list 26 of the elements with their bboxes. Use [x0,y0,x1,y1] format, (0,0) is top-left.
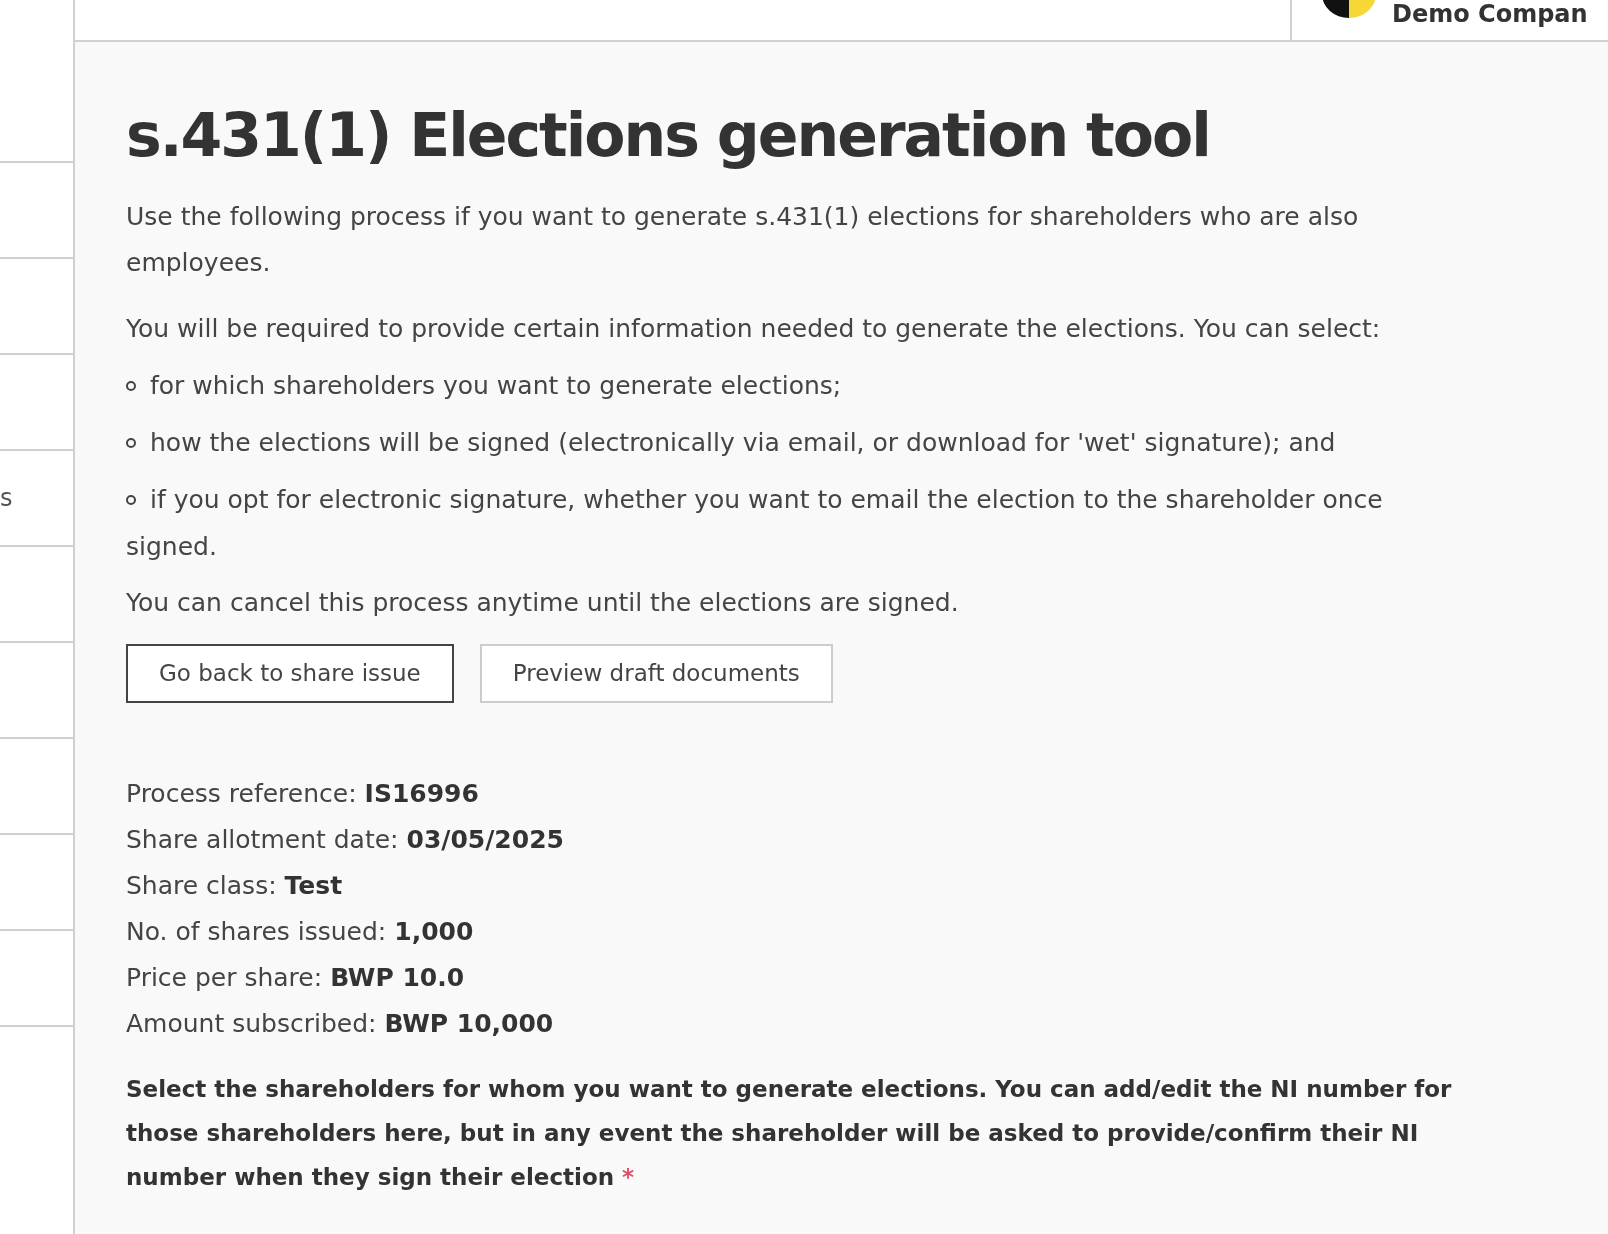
detail-value: 1,000 [394,916,474,948]
detail-value: IS16996 [364,778,479,810]
bullet-item: for which shareholders you want to generate elections; [126,362,1416,409]
detail-label: Process reference: [126,778,357,810]
detail-value: 03/05/2025 [406,824,564,856]
cancel-note: You can cancel this process anytime until the elections are signed. [126,587,960,619]
action-button[interactable]: Go back to share issue [126,644,454,703]
bullet-item: how the elections will be signed (electronically via email, or download for 'wet' signature); and [126,419,1416,466]
intro-paragraph: You will be required to provide certain information needed to generate the elections. You can select: [126,313,1382,345]
detail-value: BWP 10.0 [330,962,465,994]
select-shareholders-label: Select the shareholders for whom you want to generate elections. You can add/edit the NI number for those shareholders here, but in any event the shareholder will be asked to provide/confirm their NI number when they sign their election * [126,1075,1453,1192]
required-marker: * [622,1164,635,1190]
action-button[interactable]: Preview draft documents [479,644,833,703]
detail-value: Test [284,870,343,902]
intro-paragraph: Use the following process if you want to generate s.431(1) elections for shareholders who are also employees. [126,201,1360,279]
sidebar-item[interactable]: s [0,480,13,516]
company-logo-icon [1322,0,1376,18]
detail-label: No. of shares issued: [126,916,387,948]
company-name[interactable]: Demo Compan [1392,2,1588,26]
detail-value: BWP 10,000 [384,1008,554,1040]
detail-label: Share allotment date: [126,824,399,856]
detail-label: Price per share: [126,962,323,994]
page-title: s.431(1) Elections generation tool [126,102,1211,168]
bullet-item: if you opt for electronic signature, whether you want to email the election to the shareholder once signed. [126,484,1384,563]
detail-label: Amount subscribed: [126,1008,377,1040]
detail-label: Share class: [126,870,277,902]
